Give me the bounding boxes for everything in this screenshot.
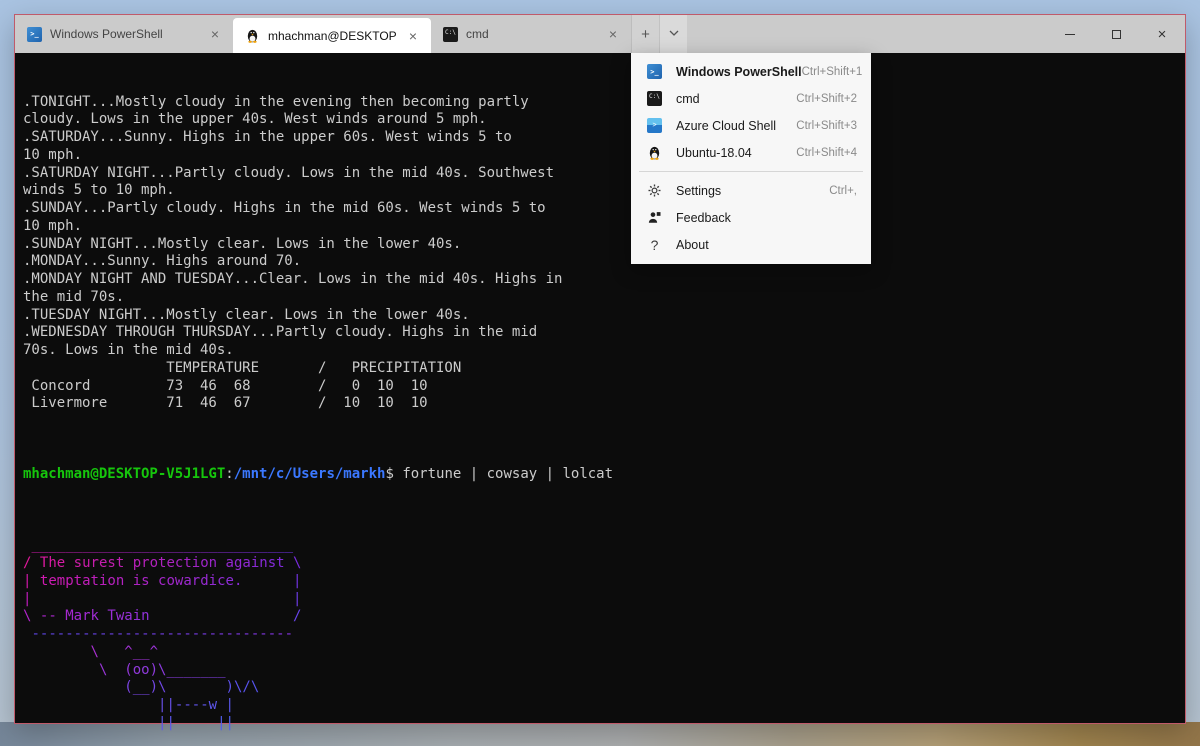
terminal-line: .SUNDAY NIGHT...Mostly clear. Lows in th… bbox=[23, 236, 1185, 254]
azure-cloud-shell-icon: > bbox=[647, 118, 662, 133]
menu-item-label: Windows PowerShell bbox=[676, 65, 802, 79]
terminal-line: TEMPERATURE / PRECIPITATION bbox=[23, 360, 1185, 378]
titlebar[interactable]: >_ Windows PowerShell × mhachm bbox=[15, 15, 1185, 53]
terminal-line: .SUNDAY...Partly cloudy. Highs in the mi… bbox=[23, 200, 1185, 218]
close-window-button[interactable]: × bbox=[1139, 15, 1185, 53]
menu-item-windows-powershell[interactable]: >_ Windows PowerShell Ctrl+Shift+1 bbox=[631, 58, 871, 85]
terminal-line: .TUESDAY NIGHT...Mostly clear. Lows in t… bbox=[23, 307, 1185, 325]
close-icon[interactable]: × bbox=[405, 28, 421, 44]
lolcat-line: || || bbox=[23, 715, 1185, 733]
close-icon: × bbox=[1158, 27, 1167, 42]
command-text: fortune | cowsay | lolcat bbox=[394, 466, 613, 482]
terminal-line: .WEDNESDAY THROUGH THURSDAY...Partly clo… bbox=[23, 324, 1185, 342]
lolcat-line: \ -- Mark Twain / bbox=[23, 608, 1185, 626]
tab-label: Windows PowerShell bbox=[50, 27, 199, 41]
terminal-line: the mid 70s. bbox=[23, 289, 1185, 307]
lolcat-line: ------------------------------- bbox=[23, 626, 1185, 644]
close-icon[interactable]: × bbox=[207, 26, 223, 42]
chevron-down-icon bbox=[668, 26, 680, 43]
question-mark-icon: ? bbox=[647, 237, 662, 252]
tab-label: cmd bbox=[466, 27, 597, 41]
menu-item-label: Azure Cloud Shell bbox=[676, 119, 796, 133]
minimize-icon bbox=[1065, 34, 1075, 35]
menu-item-shortcut: Ctrl+Shift+2 bbox=[796, 93, 857, 105]
menu-item-about[interactable]: ? About bbox=[631, 231, 871, 258]
prompt-line-1: mhachman@DESKTOP-V5J1LGT:/mnt/c/Users/ma… bbox=[23, 466, 1185, 484]
lolcat-line: ||----w | bbox=[23, 697, 1185, 715]
terminal-line: .SATURDAY...Sunny. Highs in the upper 60… bbox=[23, 129, 1185, 147]
terminal-line: .TONIGHT...Mostly cloudy in the evening … bbox=[23, 94, 1185, 112]
tab-windows-powershell[interactable]: >_ Windows PowerShell × bbox=[15, 15, 233, 53]
terminal-line: Livermore 71 46 67 / 10 10 10 bbox=[23, 395, 1185, 413]
terminal-line: .MONDAY NIGHT AND TUESDAY...Clear. Lows … bbox=[23, 271, 1185, 289]
maximize-icon bbox=[1112, 30, 1121, 39]
lolcat-line: | | bbox=[23, 591, 1185, 609]
prompt-user: mhachman@DESKTOP-V5J1LGT bbox=[23, 466, 225, 482]
prompt-separator: : bbox=[225, 466, 233, 482]
maximize-button[interactable] bbox=[1093, 15, 1139, 53]
lolcat-cowsay-output: _______________________________/ The sur… bbox=[23, 537, 1185, 732]
powershell-icon: >_ bbox=[647, 64, 662, 79]
terminal-line: 70s. Lows in the mid 40s. bbox=[23, 342, 1185, 360]
menu-item-shortcut: Ctrl+Shift+3 bbox=[796, 120, 857, 132]
minimize-button[interactable] bbox=[1047, 15, 1093, 53]
lolcat-line: / The surest protection against \ bbox=[23, 555, 1185, 573]
windows-terminal-window: >_ Windows PowerShell × mhachm bbox=[14, 14, 1186, 724]
lolcat-line: | temptation is cowardice. | bbox=[23, 573, 1185, 591]
prompt-symbol: $ bbox=[385, 466, 393, 482]
tab-cmd[interactable]: C:\ cmd × bbox=[431, 15, 631, 53]
close-icon[interactable]: × bbox=[605, 26, 621, 42]
menu-item-ubuntu-1804[interactable]: Ubuntu-18.04 Ctrl+Shift+4 bbox=[631, 139, 871, 166]
plus-icon: + bbox=[641, 26, 650, 43]
lolcat-line: \ ^__^ bbox=[23, 644, 1185, 662]
menu-item-feedback[interactable]: Feedback bbox=[631, 204, 871, 231]
prompt-path: /mnt/c/Users/markh bbox=[234, 466, 386, 482]
menu-item-label: Ubuntu-18.04 bbox=[676, 146, 796, 160]
menu-item-label: cmd bbox=[676, 92, 796, 106]
menu-item-shortcut: Ctrl+Shift+1 bbox=[802, 66, 863, 78]
terminal-line: 10 mph. bbox=[23, 218, 1185, 236]
menu-item-label: Settings bbox=[676, 184, 829, 198]
profile-dropdown-menu: >_ Windows PowerShell Ctrl+Shift+1 C:\ c… bbox=[631, 53, 871, 264]
terminal-line: 10 mph. bbox=[23, 147, 1185, 165]
lolcat-line: (__)\ )\/\ bbox=[23, 679, 1185, 697]
cmd-icon: C:\ bbox=[647, 91, 662, 106]
titlebar-drag-area[interactable] bbox=[687, 15, 1047, 53]
menu-item-shortcut: Ctrl+Shift+4 bbox=[796, 147, 857, 159]
terminal-line: Concord 73 46 68 / 0 10 10 bbox=[23, 378, 1185, 396]
terminal-line: .MONDAY...Sunny. Highs around 70. bbox=[23, 253, 1185, 271]
tux-icon bbox=[647, 145, 662, 160]
menu-item-shortcut: Ctrl+, bbox=[829, 185, 857, 197]
gear-icon bbox=[647, 183, 662, 198]
new-tab-button[interactable]: + bbox=[631, 15, 659, 53]
tab-ubuntu-active[interactable]: mhachman@DESKTOP-V5J1LGT × bbox=[233, 18, 431, 53]
lolcat-line: \ (oo)\_______ bbox=[23, 662, 1185, 680]
powershell-icon: >_ bbox=[27, 27, 42, 42]
cmd-icon: C:\ bbox=[443, 27, 458, 42]
menu-item-settings[interactable]: Settings Ctrl+, bbox=[631, 177, 871, 204]
menu-item-cmd[interactable]: C:\ cmd Ctrl+Shift+2 bbox=[631, 85, 871, 112]
tux-icon bbox=[245, 28, 260, 43]
terminal-weather-output: .TONIGHT...Mostly cloudy in the evening … bbox=[23, 94, 1185, 414]
terminal-screen[interactable]: .TONIGHT...Mostly cloudy in the evening … bbox=[15, 53, 1185, 723]
lolcat-line: _______________________________ bbox=[23, 537, 1185, 555]
tab-label: mhachman@DESKTOP-V5J1LGT bbox=[268, 29, 397, 43]
terminal-line: cloudy. Lows in the upper 40s. West wind… bbox=[23, 111, 1185, 129]
menu-item-label: About bbox=[676, 238, 857, 252]
profile-dropdown-button[interactable] bbox=[659, 15, 687, 53]
menu-item-azure-cloud-shell[interactable]: > Azure Cloud Shell Ctrl+Shift+3 bbox=[631, 112, 871, 139]
menu-item-label: Feedback bbox=[676, 211, 857, 225]
terminal-line: winds 5 to 10 mph. bbox=[23, 182, 1185, 200]
terminal-line: .SATURDAY NIGHT...Partly cloudy. Lows in… bbox=[23, 165, 1185, 183]
menu-separator bbox=[639, 171, 863, 172]
feedback-person-icon bbox=[647, 210, 662, 225]
